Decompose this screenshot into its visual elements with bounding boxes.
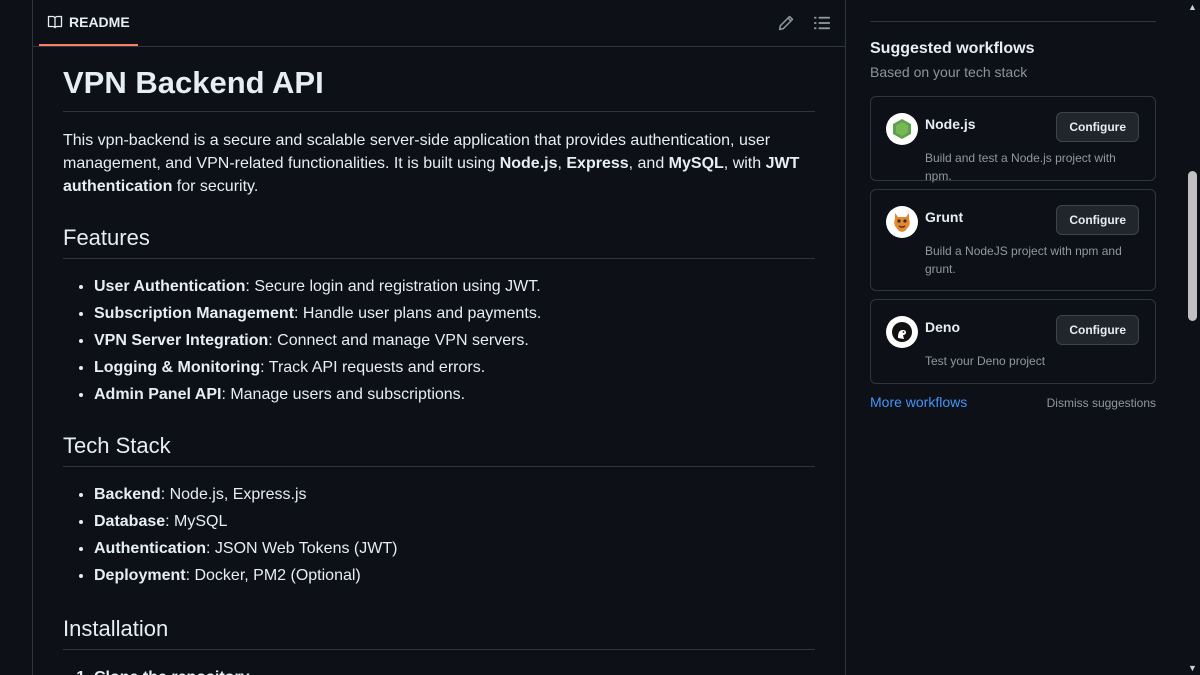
divider <box>870 21 1156 22</box>
scrollbar-thumb[interactable] <box>1188 171 1197 321</box>
intro-bold: Node.js <box>499 155 558 172</box>
tech-stack-heading: Tech Stack <box>63 432 815 467</box>
sidebar-title: Suggested workflows <box>870 40 1035 57</box>
features-heading: Features <box>63 224 815 259</box>
more-workflows-link[interactable]: More workflows <box>870 394 967 410</box>
workflow-description: Build a NodeJS project with npm and grun… <box>925 244 1122 276</box>
readme-content: VPN Backend API This vpn-backend is a se… <box>33 47 845 675</box>
table-of-contents-icon[interactable] <box>813 14 831 32</box>
list-item-text: : Node.js, Express.js <box>160 486 307 503</box>
list-item: Admin Panel API: Manage users and subscr… <box>94 381 815 408</box>
list-item: Deployment: Docker, PM2 (Optional) <box>94 562 815 589</box>
workflow-card-grunt: Grunt Configure Build a NodeJS project w… <box>870 189 1156 291</box>
list-item-text: : Handle user plans and payments. <box>294 305 542 322</box>
readme-tab[interactable]: README <box>39 0 138 46</box>
list-item-text: : Track API requests and errors. <box>260 359 486 376</box>
list-item-bold: Deployment <box>94 567 186 584</box>
workflow-name: Node.js <box>925 116 976 132</box>
intro-text: , with <box>723 155 766 172</box>
intro-text: , and <box>628 155 669 172</box>
list-item: Logging & Monitoring: Track API requests… <box>94 354 815 381</box>
list-item-text: : Secure login and registration using JW… <box>245 278 541 295</box>
list-item-bold: VPN Server Integration <box>94 332 269 349</box>
workflow-card-nodejs: Node.js Configure Build and test a Node.… <box>870 96 1156 183</box>
nodejs-icon <box>886 113 918 145</box>
intro-paragraph: This vpn-backend is a secure and scalabl… <box>63 129 815 198</box>
grunt-icon <box>886 206 918 238</box>
page-scrollbar[interactable]: ▲ ▼ <box>1185 0 1200 675</box>
workflow-description: Build and test a Node.js project with np… <box>925 151 1116 183</box>
list-item-text: : MySQL <box>165 513 228 530</box>
list-item-bold: Authentication <box>94 540 206 557</box>
configure-button[interactable]: Configure <box>1056 112 1139 142</box>
readme-tab-label: README <box>69 14 130 30</box>
book-icon <box>47 15 63 29</box>
list-item-bold: Subscription Management <box>94 305 295 322</box>
list-item-bold: Database <box>94 513 166 530</box>
list-item-bold: Backend <box>94 486 161 503</box>
list-item-bold: Admin Panel API <box>94 386 222 403</box>
intro-bold: MySQL <box>668 155 724 172</box>
intro-bold: Express <box>566 155 629 172</box>
installation-heading: Installation <box>63 615 815 650</box>
deno-icon <box>886 316 918 348</box>
sidebar-subtitle: Based on your tech stack <box>870 64 1028 80</box>
list-item: Subscription Management: Handle user pla… <box>94 300 815 327</box>
list-item: Database: MySQL <box>94 508 815 535</box>
list-item: Authentication: JSON Web Tokens (JWT) <box>94 535 815 562</box>
readme-title: VPN Backend API <box>63 47 815 112</box>
configure-button[interactable]: Configure <box>1056 205 1139 235</box>
features-list: User Authentication: Secure login and re… <box>63 273 815 408</box>
tech-stack-list: Backend: Node.js, Express.js Database: M… <box>63 481 815 589</box>
list-item-text: : Docker, PM2 (Optional) <box>185 567 361 584</box>
list-item: Clone the repository <box>94 664 815 675</box>
dismiss-suggestions-link[interactable]: Dismiss suggestions <box>1047 396 1156 410</box>
list-item: VPN Server Integration: Connect and mana… <box>94 327 815 354</box>
installation-steps: Clone the repository <box>63 664 815 675</box>
list-item: User Authentication: Secure login and re… <box>94 273 815 300</box>
list-item-text: : Manage users and subscriptions. <box>221 386 466 403</box>
list-item-text: : Connect and manage VPN servers. <box>268 332 529 349</box>
workflow-name: Grunt <box>925 209 964 225</box>
list-item-bold: User Authentication <box>94 278 246 295</box>
list-item: Backend: Node.js, Express.js <box>94 481 815 508</box>
intro-text: for security. <box>172 178 259 195</box>
configure-button[interactable]: Configure <box>1056 315 1139 345</box>
list-item-bold: Logging & Monitoring <box>94 359 261 376</box>
list-item-text: : JSON Web Tokens (JWT) <box>206 540 398 557</box>
readme-panel: README VPN Backend API This vpn-backend … <box>32 0 846 675</box>
scroll-up-arrow-icon[interactable]: ▲ <box>1185 0 1200 14</box>
workflow-card-deno: Deno Configure Test your Deno project <box>870 299 1156 384</box>
readme-header: README <box>33 0 845 47</box>
pencil-icon[interactable] <box>777 14 795 32</box>
workflow-description: Test your Deno project <box>925 354 1046 368</box>
scroll-down-arrow-icon[interactable]: ▼ <box>1185 661 1200 675</box>
workflow-name: Deno <box>925 319 960 335</box>
